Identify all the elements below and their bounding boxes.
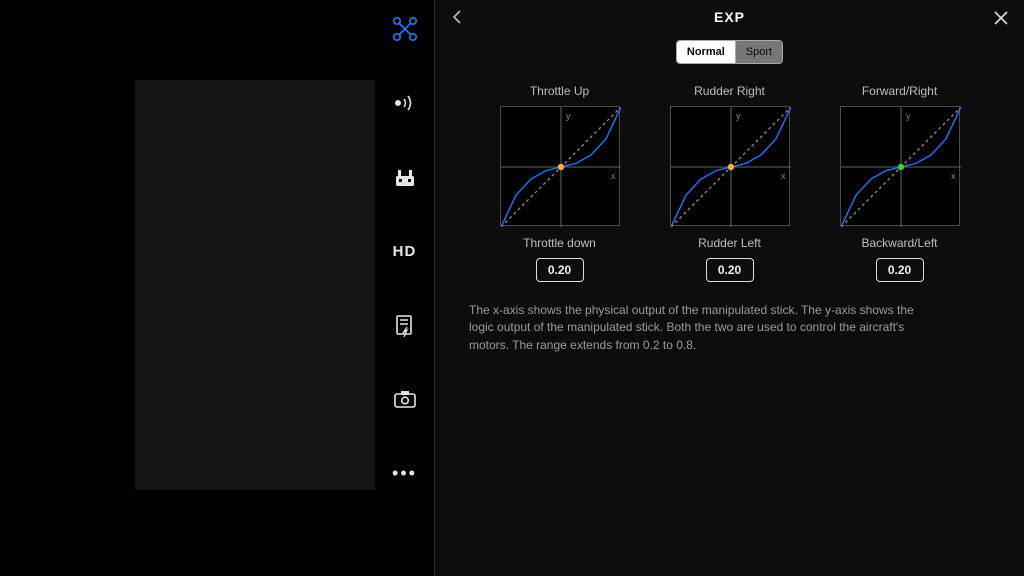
svg-text:y: y — [736, 111, 741, 121]
more-icon[interactable]: ••• — [391, 459, 419, 487]
exp-chart-1: Rudder RightyxRudder Left0.20 — [660, 84, 800, 282]
battery-icon[interactable] — [391, 311, 419, 339]
settings-panel: EXP Normal Sport Throttle UpyxThrottle d… — [435, 0, 1024, 576]
svg-text:y: y — [566, 111, 571, 121]
description-text: The x-axis shows the physical output of … — [435, 288, 975, 354]
app-root: HD ••• EXP — [0, 0, 1024, 576]
segment-normal[interactable]: Normal — [677, 41, 735, 63]
exp-value-input[interactable]: 0.20 — [706, 258, 754, 282]
exp-chart-0: Throttle UpyxThrottle down0.20 — [490, 84, 630, 282]
segment-sport[interactable]: Sport — [735, 41, 782, 63]
chart-plot[interactable]: yx — [500, 106, 620, 226]
chart-top-label: Forward/Right — [862, 84, 937, 98]
chart-plot[interactable]: yx — [840, 106, 960, 226]
settings-sidebar: HD ••• — [375, 0, 435, 576]
chart-bottom-label: Rudder Left — [698, 236, 761, 250]
svg-text:x: x — [611, 171, 616, 181]
chart-bottom-label: Backward/Left — [861, 236, 937, 250]
remote-controller-icon[interactable] — [391, 163, 419, 191]
svg-text:y: y — [906, 111, 911, 121]
svg-text:x: x — [951, 171, 956, 181]
chart-plot[interactable]: yx — [670, 106, 790, 226]
chart-bottom-label: Throttle down — [523, 236, 596, 250]
exp-value-input[interactable]: 0.20 — [876, 258, 924, 282]
panel-header: EXP — [435, 0, 1024, 34]
mode-segment-wrap: Normal Sport — [435, 34, 1024, 76]
sensor-icon[interactable] — [391, 89, 419, 117]
camera-preview-pane — [0, 0, 375, 576]
exp-value-input[interactable]: 0.20 — [536, 258, 584, 282]
svg-text:x: x — [781, 171, 786, 181]
chart-top-label: Throttle Up — [530, 84, 589, 98]
camera-preview — [135, 80, 375, 490]
close-icon[interactable] — [992, 9, 1010, 27]
chart-top-label: Rudder Right — [694, 84, 765, 98]
aircraft-icon[interactable] — [391, 15, 419, 43]
back-button[interactable] — [449, 9, 465, 25]
exp-charts-row: Throttle UpyxThrottle down0.20Rudder Rig… — [435, 76, 1024, 288]
gimbal-icon[interactable] — [391, 385, 419, 413]
image-transmission-icon[interactable]: HD — [391, 237, 419, 265]
exp-chart-2: Forward/RightyxBackward/Left0.20 — [830, 84, 970, 282]
mode-segment: Normal Sport — [676, 40, 783, 64]
panel-title: EXP — [714, 9, 745, 25]
